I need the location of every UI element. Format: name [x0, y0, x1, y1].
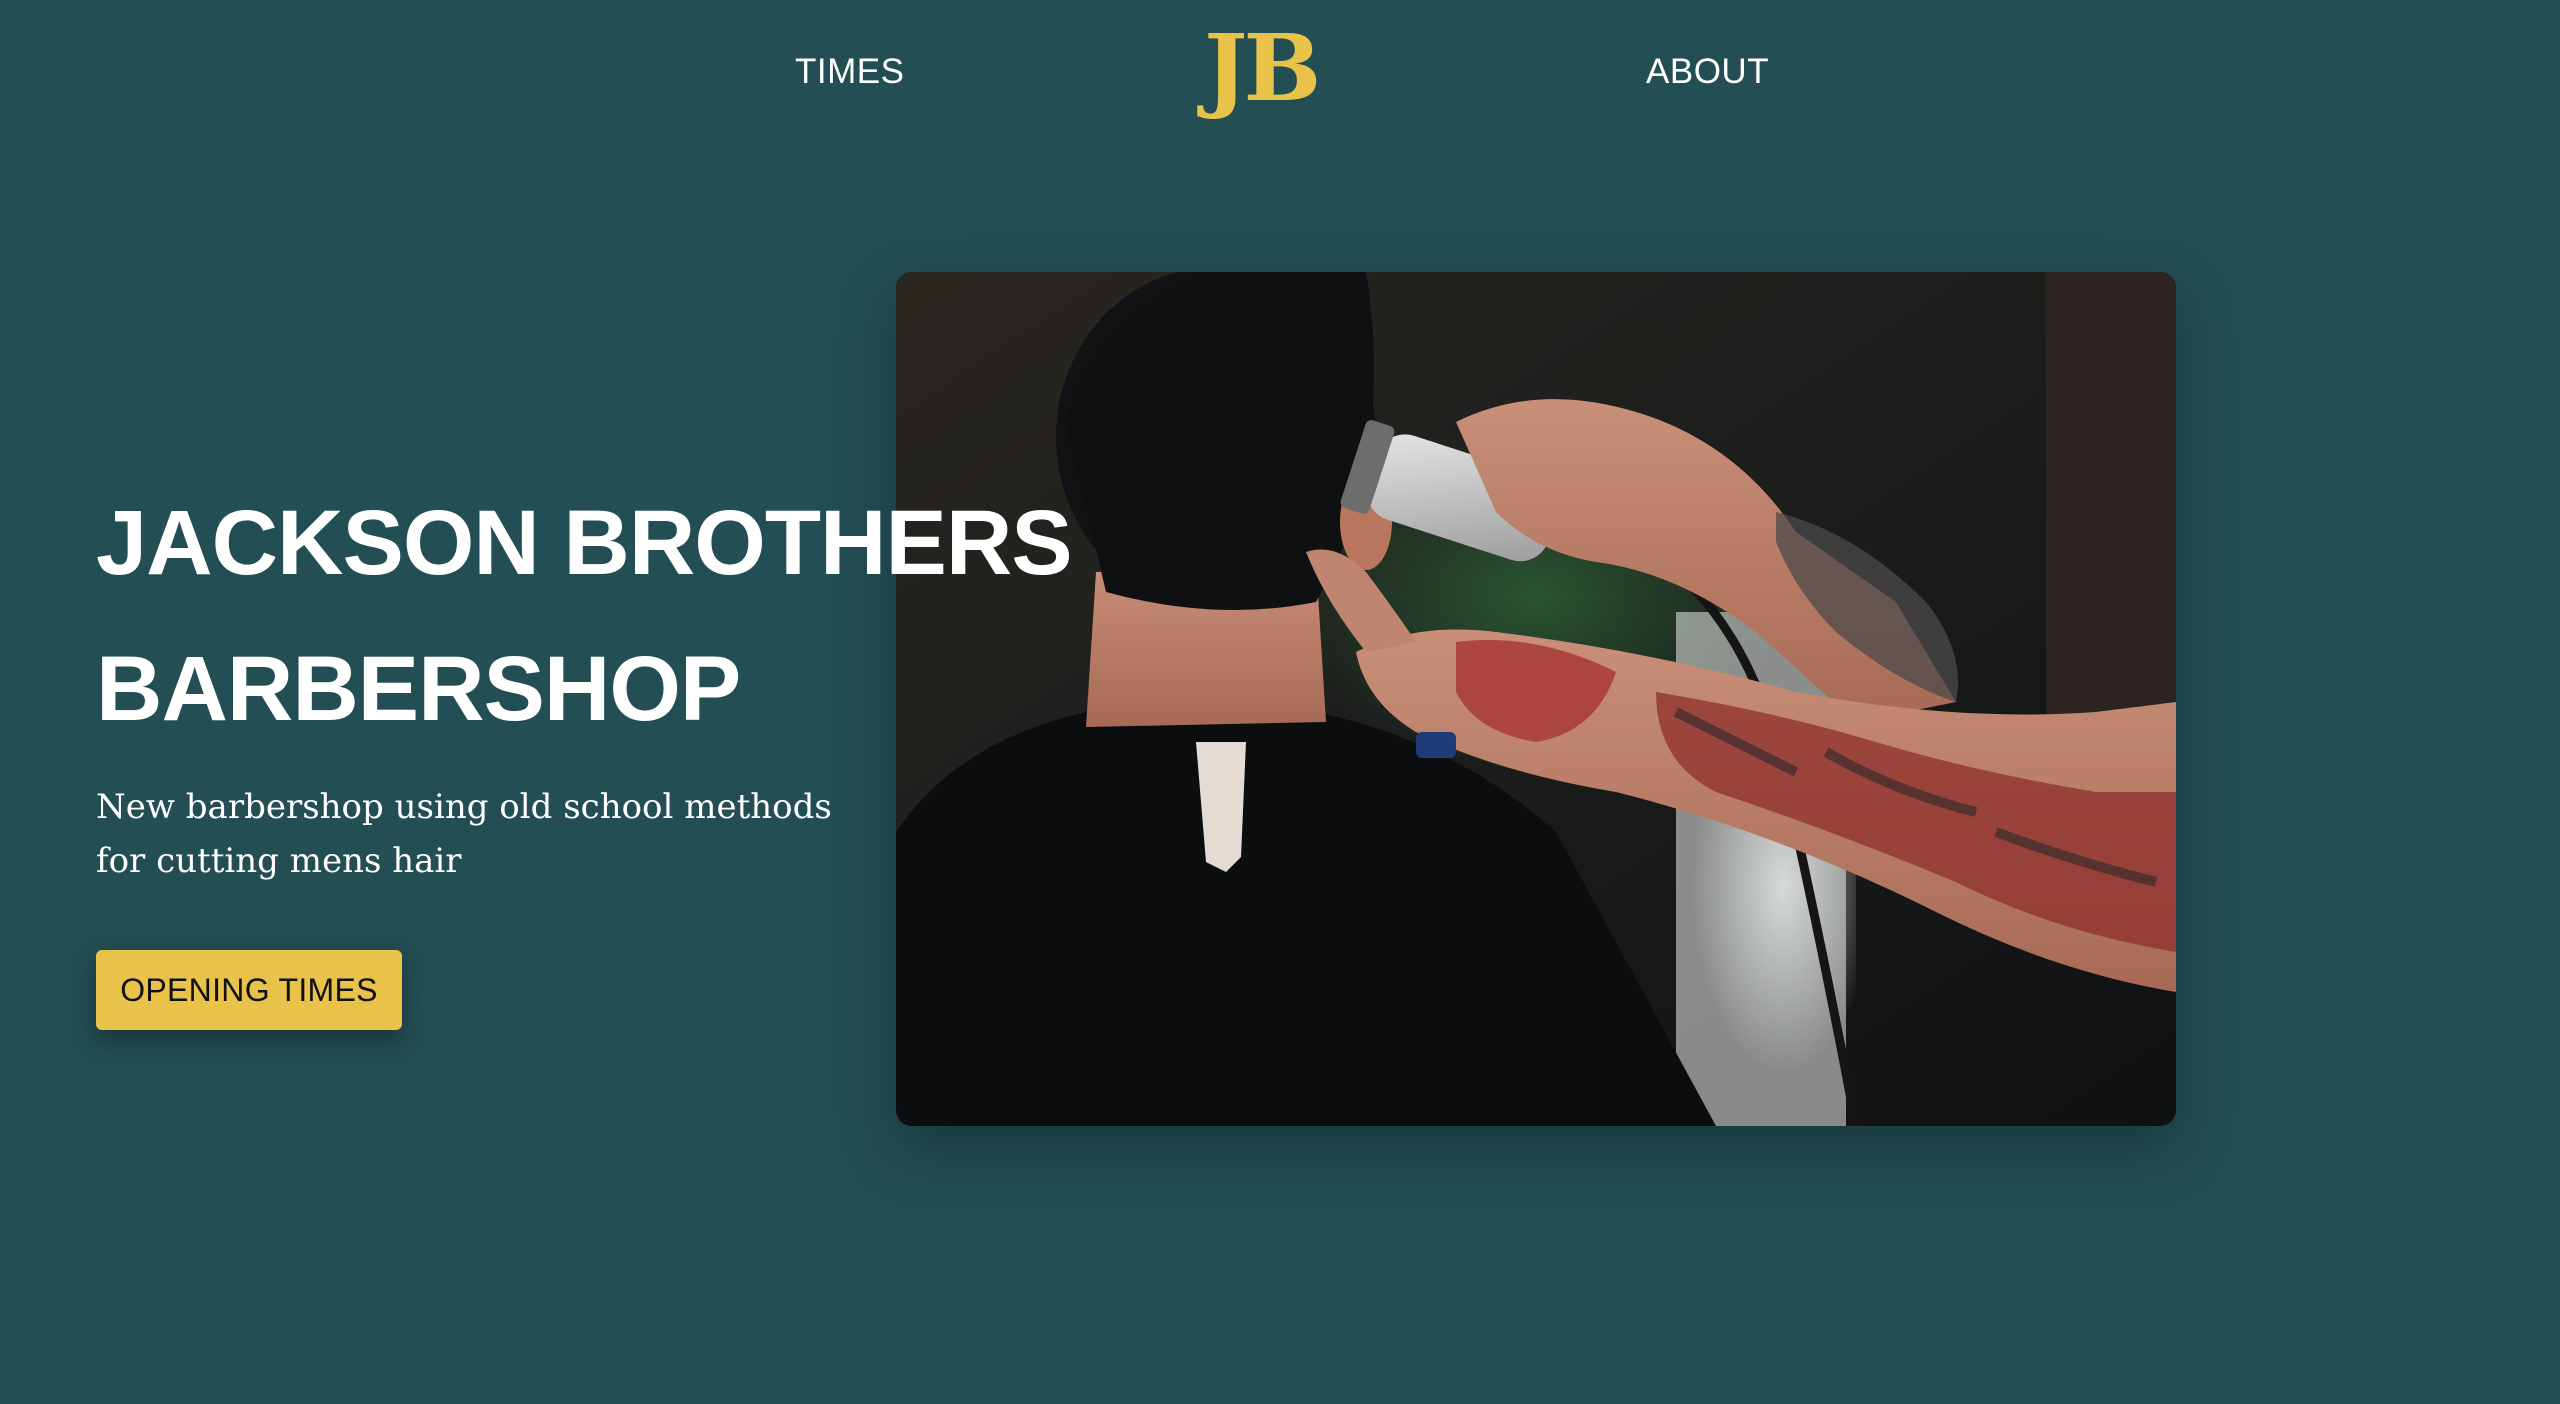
hero-title: JACKSON BROTHERS BARBERSHOP — [96, 470, 1073, 762]
nav-link-times[interactable]: TIMES — [795, 52, 904, 92]
hero-title-line1: JACKSON BROTHERS — [96, 492, 1073, 594]
opening-times-button[interactable]: OPENING TIMES — [96, 950, 402, 1030]
hero-photo — [896, 272, 2176, 1126]
logo[interactable]: JB — [1204, 22, 1321, 114]
hero-title-line2: BARBERSHOP — [96, 638, 741, 740]
hero-description: New barbershop using old school methods … — [96, 787, 832, 881]
nav-link-about[interactable]: ABOUT — [1646, 52, 1769, 92]
